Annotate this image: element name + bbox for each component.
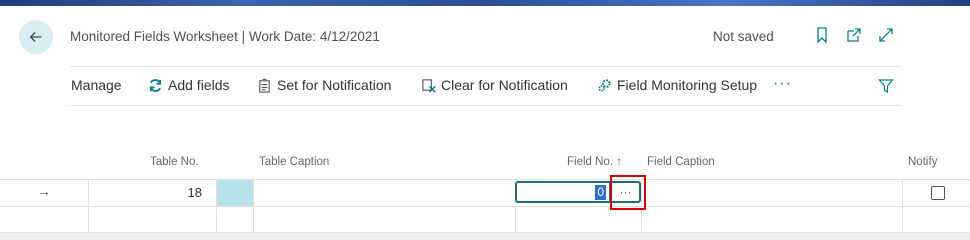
page-title: Monitored Fields Worksheet | Work Date: … bbox=[70, 29, 380, 44]
notify-cell bbox=[902, 180, 970, 206]
expand-icon[interactable] bbox=[877, 26, 895, 44]
open-new-window-icon[interactable] bbox=[845, 26, 863, 44]
clear-for-notification-button[interactable]: Clear for Notification bbox=[421, 77, 568, 93]
back-button[interactable] bbox=[19, 20, 53, 54]
column-header-table-no[interactable]: Table No. bbox=[150, 156, 199, 168]
notification-icon bbox=[259, 78, 270, 93]
clear-notification-icon bbox=[422, 78, 436, 93]
column-header-field-caption[interactable]: Field Caption bbox=[647, 156, 715, 168]
manage-menu[interactable]: Manage bbox=[71, 77, 122, 93]
setup-gear-icon bbox=[598, 78, 611, 91]
clear-for-notification-label: Clear for Notification bbox=[441, 77, 568, 93]
highlight-box bbox=[610, 175, 646, 210]
empty-cell[interactable] bbox=[641, 206, 902, 232]
field-no-value: 0 bbox=[595, 185, 606, 200]
table-caption-cell[interactable] bbox=[253, 180, 515, 206]
row-indicator-cell bbox=[216, 180, 253, 206]
more-actions-button[interactable]: ··· bbox=[773, 75, 792, 93]
column-header-table-caption[interactable]: Table Caption bbox=[259, 156, 329, 168]
table-row-empty[interactable] bbox=[0, 206, 970, 233]
empty-cell bbox=[216, 206, 253, 232]
save-status: Not saved bbox=[713, 29, 774, 44]
column-header-notify[interactable]: Notify bbox=[908, 156, 937, 168]
set-for-notification-label: Set for Notification bbox=[277, 77, 392, 93]
table-no-cell[interactable]: 18 bbox=[88, 180, 216, 206]
current-row-arrow-icon: → bbox=[37, 183, 51, 199]
field-monitoring-setup-button[interactable]: Field Monitoring Setup bbox=[597, 77, 757, 93]
empty-cell[interactable] bbox=[253, 206, 515, 232]
table-no-value: 18 bbox=[187, 185, 202, 200]
manage-label: Manage bbox=[71, 77, 122, 93]
field-monitoring-setup-label: Field Monitoring Setup bbox=[617, 77, 758, 93]
notify-checkbox[interactable] bbox=[931, 186, 945, 200]
page-header-panel: Monitored Fields Worksheet | Work Date: … bbox=[0, 6, 970, 124]
refresh-icon bbox=[149, 78, 162, 92]
field-caption-cell[interactable] bbox=[641, 180, 902, 206]
set-for-notification-button[interactable]: Set for Notification bbox=[257, 77, 391, 93]
empty-cell[interactable] bbox=[902, 206, 970, 232]
bookmark-icon[interactable] bbox=[813, 26, 831, 44]
action-bar: Manage Add fields Set for Notification C… bbox=[69, 66, 901, 106]
add-fields-label: Add fields bbox=[168, 77, 230, 93]
arrow-left-icon bbox=[29, 32, 42, 42]
table-row[interactable]: → 18 0 ··· bbox=[0, 179, 970, 207]
empty-cell[interactable] bbox=[88, 206, 216, 232]
field-no-input[interactable]: 0 bbox=[515, 181, 611, 203]
filter-icon[interactable] bbox=[878, 78, 894, 94]
data-grid: Table No. Table Caption Field No. ↑ Fiel… bbox=[0, 124, 970, 240]
add-fields-button[interactable]: Add fields bbox=[148, 77, 229, 93]
footer-strip bbox=[0, 233, 970, 240]
column-header-field-no[interactable]: Field No. ↑ bbox=[567, 156, 622, 168]
